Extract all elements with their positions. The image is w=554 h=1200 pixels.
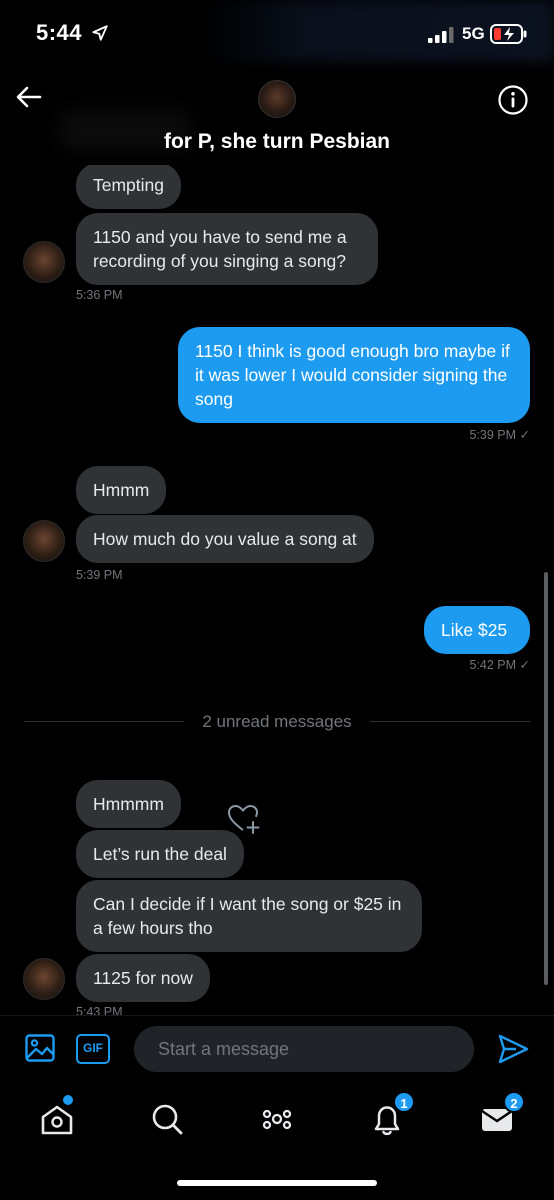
signal-icon bbox=[428, 27, 454, 43]
bottom-tab-bar: 1 2 bbox=[0, 1085, 554, 1200]
location-arrow-icon bbox=[92, 25, 108, 41]
conversation-header: for P, she turn Pesbian bbox=[0, 70, 554, 170]
new-content-dot bbox=[63, 1095, 73, 1105]
send-icon[interactable] bbox=[496, 1032, 530, 1066]
unread-divider: 2 unread messages bbox=[24, 710, 530, 734]
battery-icon bbox=[490, 24, 527, 44]
image-icon[interactable] bbox=[24, 1032, 56, 1064]
message-bubble[interactable]: Hmmm bbox=[76, 466, 167, 514]
message-bubble[interactable]: 1150 I think is good enough bro maybe if… bbox=[178, 327, 530, 423]
message-bubble[interactable]: Can I decide if I want the song or $25 i… bbox=[76, 880, 422, 952]
search-icon bbox=[152, 1104, 183, 1135]
home-icon bbox=[41, 1105, 73, 1135]
tab-messages[interactable]: 2 bbox=[477, 1091, 525, 1139]
status-time: 5:44 bbox=[36, 20, 83, 45]
spaces-icon bbox=[262, 1109, 292, 1130]
message-list[interactable]: Tempting 1150 and you have to send me a … bbox=[0, 165, 554, 1015]
add-reaction-icon[interactable] bbox=[226, 802, 262, 836]
message-bubble[interactable]: How much do you value a song at bbox=[76, 515, 374, 563]
unread-divider-label: 2 unread messages bbox=[202, 712, 352, 731]
message-composer: GIF bbox=[0, 1015, 554, 1085]
status-bar: 5:44 5G bbox=[0, 0, 554, 70]
avatar[interactable] bbox=[23, 958, 65, 1000]
avatar[interactable] bbox=[258, 80, 296, 118]
message-bubble[interactable]: Let’s run the deal bbox=[76, 830, 244, 878]
conversation-title: for P, she turn Pesbian bbox=[163, 130, 390, 153]
message-timestamp: 5:42 PM ✓ bbox=[469, 658, 531, 672]
home-indicator[interactable] bbox=[177, 1180, 377, 1186]
message-timestamp: 5:39 PM ✓ bbox=[469, 428, 531, 442]
message-input[interactable] bbox=[134, 1026, 474, 1072]
network-type: 5G bbox=[462, 24, 485, 43]
message-timestamp: 5:43 PM bbox=[76, 1005, 123, 1015]
tab-notifications[interactable]: 1 bbox=[367, 1091, 415, 1139]
tab-spaces[interactable] bbox=[257, 1099, 297, 1139]
message-bubble[interactable]: Tempting bbox=[76, 165, 182, 209]
message-bubble[interactable]: Hmmmm bbox=[76, 780, 181, 828]
avatar[interactable] bbox=[23, 520, 65, 562]
tab-home[interactable] bbox=[37, 1095, 77, 1139]
message-timestamp: 5:39 PM bbox=[76, 568, 123, 582]
avatar[interactable] bbox=[23, 241, 65, 283]
back-arrow-icon[interactable] bbox=[14, 82, 44, 112]
scrollbar[interactable] bbox=[544, 572, 548, 985]
info-icon[interactable] bbox=[497, 84, 529, 116]
notifications-badge: 1 bbox=[393, 1091, 415, 1113]
message-bubble[interactable]: 1125 for now bbox=[76, 954, 210, 1002]
divider-line bbox=[370, 721, 530, 722]
message-bubble[interactable]: Like $25 bbox=[424, 606, 530, 654]
messages-badge: 2 bbox=[503, 1091, 525, 1113]
gif-button[interactable]: GIF bbox=[76, 1034, 110, 1064]
tab-search[interactable] bbox=[147, 1099, 187, 1139]
message-bubble[interactable]: 1150 and you have to send me a recording… bbox=[76, 213, 378, 285]
message-timestamp: 5:36 PM bbox=[76, 288, 123, 302]
